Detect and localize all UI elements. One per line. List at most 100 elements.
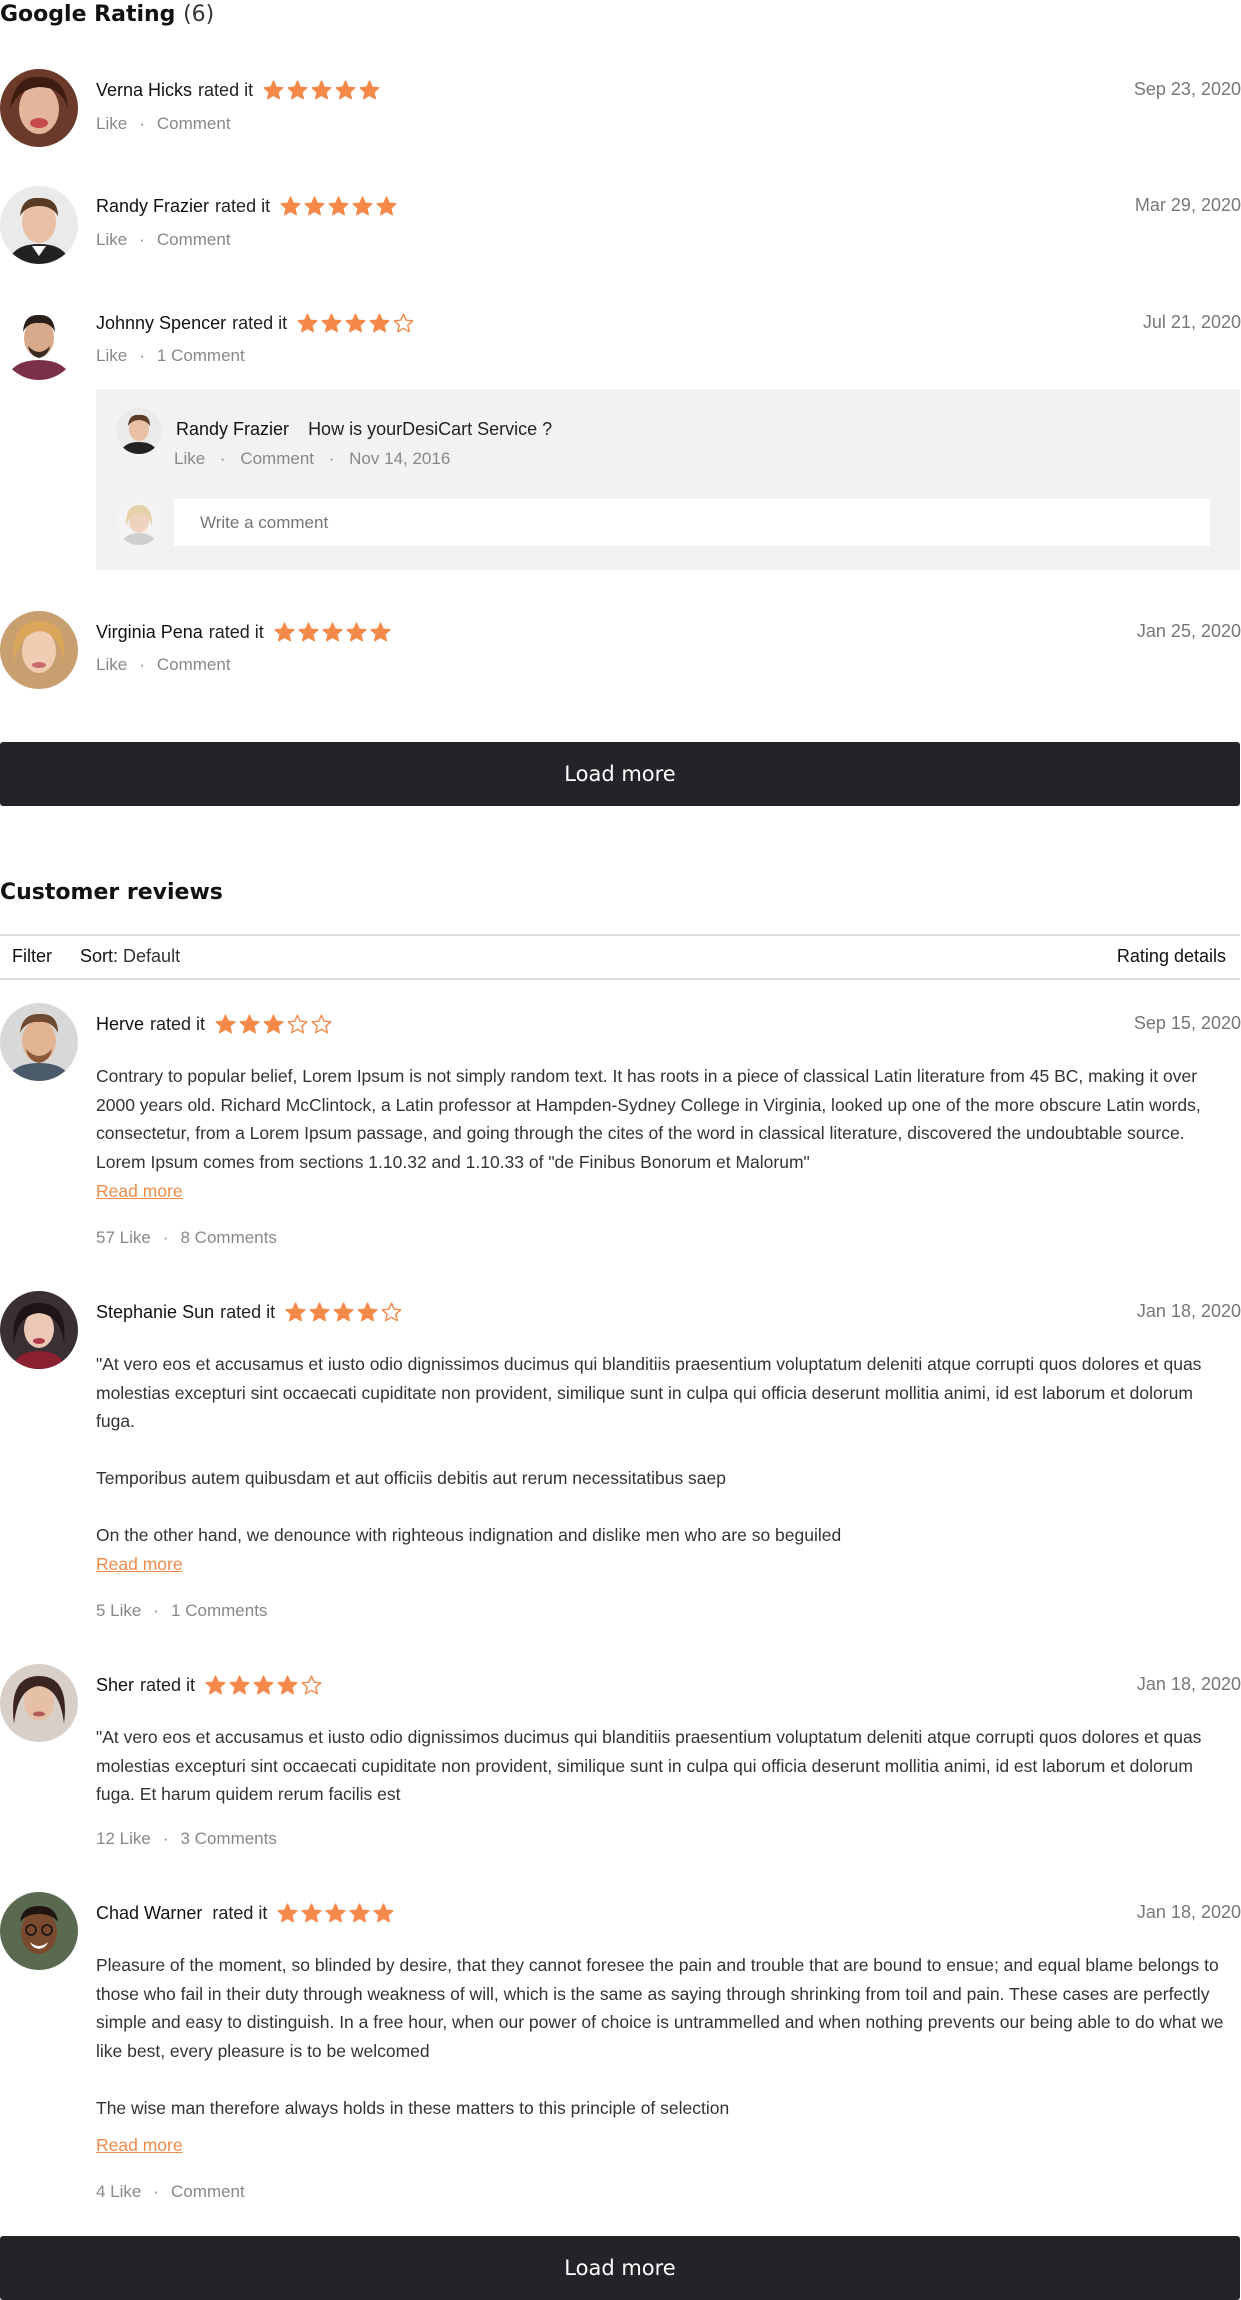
avatar[interactable]	[0, 1003, 78, 1081]
rating-details-link[interactable]: Rating details	[1117, 946, 1226, 967]
star-filled-icon	[322, 622, 343, 642]
star-filled-icon	[253, 1675, 274, 1695]
reply-avatar[interactable]	[116, 408, 162, 454]
like-count[interactable]: 4 Like	[96, 2182, 141, 2201]
review-date: Sep 15, 2020	[1133, 1013, 1241, 1033]
comment-count[interactable]: 8 Comments	[181, 1228, 277, 1247]
reviewer-name[interactable]: Virginia Pena	[96, 622, 203, 643]
star-rating	[280, 196, 397, 217]
avatar[interactable]	[0, 69, 78, 147]
rated-label: rated it	[208, 622, 264, 642]
comment-count[interactable]: 3 Comments	[181, 1829, 277, 1848]
rating-date: Jul 21, 2020	[1142, 312, 1241, 332]
reviewer-name[interactable]: Sher	[96, 1675, 134, 1696]
review-body: Contrary to popular belief, Lorem Ipsum …	[96, 1062, 1236, 1176]
star-filled-icon	[274, 622, 295, 642]
separator-dot: ·	[139, 230, 145, 249]
review-date: Jan 18, 2020	[1136, 1902, 1241, 1922]
reply-author[interactable]: Randy Frazier	[176, 419, 289, 439]
review-name-line: Chad Warner rated it	[96, 1903, 394, 1924]
comment-link[interactable]: Comment	[157, 655, 231, 675]
star-empty-icon	[311, 1014, 332, 1034]
rating-date: Mar 29, 2020	[1134, 195, 1241, 215]
rating-name-line: Randy Frazier rated it	[96, 196, 397, 217]
avatar[interactable]	[0, 611, 78, 689]
like-link[interactable]: Like	[174, 449, 205, 468]
read-more-link[interactable]: Read more	[96, 1181, 183, 1202]
like-link[interactable]: Like	[96, 114, 127, 134]
like-link[interactable]: Like	[96, 230, 127, 250]
comment-link[interactable]: Comment	[240, 449, 314, 468]
read-more-link[interactable]: Read more	[96, 2135, 183, 2156]
review-stats: 5 Like · 1 Comments	[96, 1601, 267, 1621]
star-filled-icon	[285, 1302, 306, 1322]
review-paragraph: "At vero eos et accusamus et iusto odio …	[96, 1354, 1202, 1431]
star-empty-icon	[301, 1675, 322, 1695]
filter-button[interactable]: Filter	[12, 946, 52, 967]
reviewer-name[interactable]: Herve	[96, 1014, 144, 1035]
reviewer-name[interactable]: Stephanie Sun	[96, 1302, 214, 1323]
comment-count[interactable]: Comment	[171, 2182, 245, 2201]
review-stats: 57 Like · 8 Comments	[96, 1228, 277, 1248]
avatar[interactable]	[0, 302, 78, 380]
reviewer-name[interactable]: Verna Hicks	[96, 80, 192, 101]
star-filled-icon	[357, 1302, 378, 1322]
star-rating	[215, 1014, 332, 1035]
star-rating	[205, 1675, 322, 1696]
comment-count[interactable]: 1 Comments	[171, 1601, 267, 1620]
rating-actions: Like · Comment	[96, 114, 231, 134]
avatar[interactable]	[0, 1664, 78, 1742]
review-date: Jan 18, 2020	[1136, 1301, 1241, 1321]
reviewer-name[interactable]: Chad Warner	[96, 1903, 202, 1924]
star-empty-icon	[393, 313, 414, 333]
star-rating	[274, 622, 391, 643]
comment-link[interactable]: 1 Comment	[157, 346, 245, 366]
load-more-button[interactable]: Load more	[0, 742, 1240, 806]
comment-link[interactable]: Comment	[157, 114, 231, 134]
review-body: Pleasure of the moment, so blinded by de…	[96, 1951, 1236, 2122]
reviewer-name[interactable]: Randy Frazier	[96, 196, 209, 217]
rating-name-line: Johnny Spencer rated it	[96, 313, 414, 334]
avatar[interactable]	[0, 186, 78, 264]
avatar[interactable]	[0, 1291, 78, 1369]
rated-label: rated it	[215, 196, 271, 216]
review-stats: 4 Like · Comment	[96, 2182, 245, 2202]
avatar[interactable]	[0, 1892, 78, 1970]
like-count[interactable]: 57 Like	[96, 1228, 151, 1247]
review-body: "At vero eos et accusamus et iusto odio …	[96, 1350, 1236, 1550]
google-rating-title-text: Google Rating	[0, 2, 176, 27]
star-rating	[277, 1903, 394, 1924]
sort-dropdown[interactable]: Sort: Default	[80, 946, 180, 967]
review-paragraph: On the other hand, we denounce with righ…	[96, 1525, 842, 1545]
review-name-line: Herve rated it	[96, 1014, 332, 1035]
separator-dot: ·	[153, 1601, 160, 1620]
like-count[interactable]: 5 Like	[96, 1601, 141, 1620]
separator-dot: ·	[139, 655, 145, 674]
star-rating	[285, 1302, 402, 1323]
reply-date: Nov 14, 2016	[349, 449, 451, 468]
rating-name-line: Verna Hicks rated it	[96, 80, 380, 101]
like-link[interactable]: Like	[96, 346, 127, 366]
star-filled-icon	[321, 313, 342, 333]
rating-name-line: Virginia Pena rated it	[96, 622, 391, 643]
star-empty-icon	[381, 1302, 402, 1322]
read-more-link[interactable]: Read more	[96, 1554, 183, 1575]
reply-thread: Randy Frazier How is yourDesiCart Servic…	[96, 389, 1240, 570]
reviewer-name[interactable]: Johnny Spencer	[96, 313, 226, 334]
like-count[interactable]: 12 Like	[96, 1829, 151, 1848]
reply-actions: Like · Comment · Nov 14, 2016	[174, 449, 450, 469]
star-filled-icon	[205, 1675, 226, 1695]
star-empty-icon	[287, 1014, 308, 1034]
comment-input[interactable]	[174, 499, 1210, 546]
rating-actions: Like · Comment	[96, 230, 231, 250]
review-paragraph: The wise man therefore always holds in t…	[96, 2097, 730, 2118]
filter-bar: Filter Sort: Default Rating details	[0, 934, 1240, 980]
review-paragraph: Temporibus autem quibusdam et aut offici…	[96, 1468, 727, 1488]
separator-dot: ·	[139, 114, 145, 133]
like-link[interactable]: Like	[96, 655, 127, 675]
star-filled-icon	[349, 1903, 370, 1923]
star-filled-icon	[277, 1675, 298, 1695]
star-filled-icon	[345, 313, 366, 333]
comment-link[interactable]: Comment	[157, 230, 231, 250]
load-more-button[interactable]: Load more	[0, 2236, 1240, 2300]
